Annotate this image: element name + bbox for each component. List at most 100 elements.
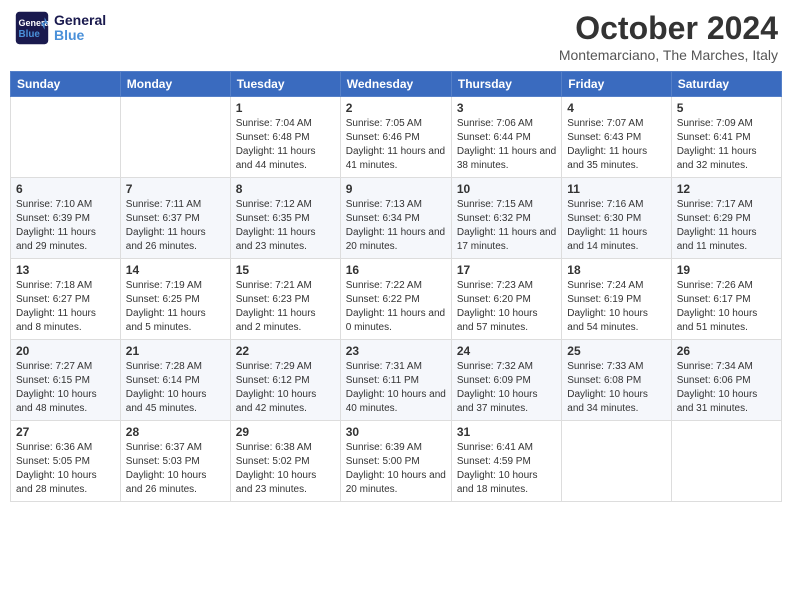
day-number: 17 [457, 263, 556, 277]
day-info: Sunrise: 6:39 AM Sunset: 5:00 PM Dayligh… [346, 441, 446, 497]
day-number: 25 [567, 344, 665, 358]
calendar-cell: 27Sunrise: 6:36 AM Sunset: 5:05 PM Dayli… [11, 421, 121, 502]
location-title: Montemarciano, The Marches, Italy [559, 47, 778, 63]
day-number: 12 [677, 182, 776, 196]
calendar-week-4: 20 Sunrise: 7:27 AM Sunset: 6:15 PM Dayli… [11, 340, 782, 421]
calendar-cell: 9 Sunrise: 7:13 AM Sunset: 6:34 PM Daylig… [340, 178, 451, 259]
day-header-thursday: Thursday [451, 72, 561, 97]
day-number: 13 [16, 263, 115, 277]
day-info: Sunrise: 7:21 AM Sunset: 6:23 PM Dayligh… [236, 279, 335, 335]
day-number: 19 [677, 263, 776, 277]
day-number: 2 [346, 101, 446, 115]
calendar-week-1: 1 Sunrise: 7:04 AM Sunset: 6:48 PM Daylig… [11, 97, 782, 178]
calendar-cell: 3 Sunrise: 7:06 AM Sunset: 6:44 PM Daylig… [451, 97, 561, 178]
day-number: 4 [567, 101, 665, 115]
day-info: Sunrise: 7:29 AM Sunset: 6:12 PM Dayligh… [236, 360, 335, 416]
calendar-header-row: SundayMondayTuesdayWednesdayThursdayFrid… [11, 72, 782, 97]
day-number: 24 [457, 344, 556, 358]
day-header-monday: Monday [120, 72, 230, 97]
calendar-cell: 28 Sunrise: 6:37 AM Sunset: 5:03 PM Dayli… [120, 421, 230, 502]
calendar-cell: 26 Sunrise: 7:34 AM Sunset: 6:06 PM Dayli… [671, 340, 781, 421]
svg-text:Blue: Blue [19, 29, 41, 40]
calendar-cell: 8 Sunrise: 7:12 AM Sunset: 6:35 PM Daylig… [230, 178, 340, 259]
page-header: General Blue General Blue October 2024 M… [10, 10, 782, 63]
day-number: 9 [346, 182, 446, 196]
day-header-saturday: Saturday [671, 72, 781, 97]
day-number: 5 [677, 101, 776, 115]
month-title: October 2024 [559, 10, 778, 47]
calendar-cell: 16Sunrise: 7:22 AM Sunset: 6:22 PM Dayli… [340, 259, 451, 340]
calendar-cell: 19Sunrise: 7:26 AM Sunset: 6:17 PM Dayli… [671, 259, 781, 340]
day-number: 18 [567, 263, 665, 277]
day-info: Sunrise: 7:19 AM Sunset: 6:25 PM Dayligh… [126, 279, 225, 335]
calendar-cell: 29Sunrise: 6:38 AM Sunset: 5:02 PM Dayli… [230, 421, 340, 502]
logo: General Blue General Blue [14, 10, 106, 46]
day-header-sunday: Sunday [11, 72, 121, 97]
day-info: Sunrise: 7:09 AM Sunset: 6:41 PM Dayligh… [677, 117, 776, 173]
day-info: Sunrise: 7:17 AM Sunset: 6:29 PM Dayligh… [677, 198, 776, 254]
day-header-tuesday: Tuesday [230, 72, 340, 97]
day-info: Sunrise: 7:31 AM Sunset: 6:11 PM Dayligh… [346, 360, 446, 416]
calendar-cell: 23 Sunrise: 7:31 AM Sunset: 6:11 PM Dayli… [340, 340, 451, 421]
day-info: Sunrise: 7:15 AM Sunset: 6:32 PM Dayligh… [457, 198, 556, 254]
day-header-wednesday: Wednesday [340, 72, 451, 97]
calendar-cell: 25 Sunrise: 7:33 AM Sunset: 6:08 PM Dayli… [562, 340, 671, 421]
day-info: Sunrise: 7:04 AM Sunset: 6:48 PM Dayligh… [236, 117, 335, 173]
day-number: 22 [236, 344, 335, 358]
calendar-cell: 15Sunrise: 7:21 AM Sunset: 6:23 PM Dayli… [230, 259, 340, 340]
day-number: 8 [236, 182, 335, 196]
title-block: October 2024 Montemarciano, The Marches,… [559, 10, 778, 63]
day-number: 1 [236, 101, 335, 115]
day-info: Sunrise: 7:12 AM Sunset: 6:35 PM Dayligh… [236, 198, 335, 254]
day-number: 21 [126, 344, 225, 358]
calendar-cell [562, 421, 671, 502]
calendar-cell: 18Sunrise: 7:24 AM Sunset: 6:19 PM Dayli… [562, 259, 671, 340]
calendar-week-2: 6Sunrise: 7:10 AM Sunset: 6:39 PM Daylig… [11, 178, 782, 259]
day-info: Sunrise: 7:27 AM Sunset: 6:15 PM Dayligh… [16, 360, 115, 416]
calendar-cell: 7 Sunrise: 7:11 AM Sunset: 6:37 PM Daylig… [120, 178, 230, 259]
day-info: Sunrise: 7:28 AM Sunset: 6:14 PM Dayligh… [126, 360, 225, 416]
day-number: 6 [16, 182, 115, 196]
calendar-cell: 21 Sunrise: 7:28 AM Sunset: 6:14 PM Dayli… [120, 340, 230, 421]
calendar-cell: 6Sunrise: 7:10 AM Sunset: 6:39 PM Daylig… [11, 178, 121, 259]
calendar-cell: 10 Sunrise: 7:15 AM Sunset: 6:32 PM Dayli… [451, 178, 561, 259]
day-number: 3 [457, 101, 556, 115]
calendar-week-3: 13Sunrise: 7:18 AM Sunset: 6:27 PM Dayli… [11, 259, 782, 340]
day-number: 20 [16, 344, 115, 358]
day-info: Sunrise: 7:23 AM Sunset: 6:20 PM Dayligh… [457, 279, 556, 335]
day-number: 28 [126, 425, 225, 439]
day-number: 10 [457, 182, 556, 196]
calendar-cell: 12 Sunrise: 7:17 AM Sunset: 6:29 PM Dayli… [671, 178, 781, 259]
day-info: Sunrise: 7:13 AM Sunset: 6:34 PM Dayligh… [346, 198, 446, 254]
calendar-cell: 4 Sunrise: 7:07 AM Sunset: 6:43 PM Daylig… [562, 97, 671, 178]
calendar-cell [671, 421, 781, 502]
day-info: Sunrise: 7:22 AM Sunset: 6:22 PM Dayligh… [346, 279, 446, 335]
day-number: 23 [346, 344, 446, 358]
day-number: 27 [16, 425, 115, 439]
day-number: 7 [126, 182, 225, 196]
calendar-cell: 5 Sunrise: 7:09 AM Sunset: 6:41 PM Daylig… [671, 97, 781, 178]
day-info: Sunrise: 7:07 AM Sunset: 6:43 PM Dayligh… [567, 117, 665, 173]
calendar-cell: 24Sunrise: 7:32 AM Sunset: 6:09 PM Dayli… [451, 340, 561, 421]
calendar-cell [11, 97, 121, 178]
calendar-cell: 31Sunrise: 6:41 AM Sunset: 4:59 PM Dayli… [451, 421, 561, 502]
day-number: 14 [126, 263, 225, 277]
calendar-cell: 2Sunrise: 7:05 AM Sunset: 6:46 PM Daylig… [340, 97, 451, 178]
calendar-cell: 11Sunrise: 7:16 AM Sunset: 6:30 PM Dayli… [562, 178, 671, 259]
calendar-week-5: 27Sunrise: 6:36 AM Sunset: 5:05 PM Dayli… [11, 421, 782, 502]
day-header-friday: Friday [562, 72, 671, 97]
day-info: Sunrise: 7:11 AM Sunset: 6:37 PM Dayligh… [126, 198, 225, 254]
day-info: Sunrise: 7:33 AM Sunset: 6:08 PM Dayligh… [567, 360, 665, 416]
calendar-cell: 13Sunrise: 7:18 AM Sunset: 6:27 PM Dayli… [11, 259, 121, 340]
calendar-cell: 14 Sunrise: 7:19 AM Sunset: 6:25 PM Dayli… [120, 259, 230, 340]
day-info: Sunrise: 7:16 AM Sunset: 6:30 PM Dayligh… [567, 198, 665, 254]
day-info: Sunrise: 7:06 AM Sunset: 6:44 PM Dayligh… [457, 117, 556, 173]
calendar-cell: 20 Sunrise: 7:27 AM Sunset: 6:15 PM Dayli… [11, 340, 121, 421]
day-info: Sunrise: 6:37 AM Sunset: 5:03 PM Dayligh… [126, 441, 225, 497]
calendar-cell: 17 Sunrise: 7:23 AM Sunset: 6:20 PM Dayli… [451, 259, 561, 340]
day-info: Sunrise: 7:34 AM Sunset: 6:06 PM Dayligh… [677, 360, 776, 416]
day-info: Sunrise: 6:41 AM Sunset: 4:59 PM Dayligh… [457, 441, 556, 497]
day-number: 26 [677, 344, 776, 358]
logo-text-general: General [54, 13, 106, 28]
logo-text-blue: Blue [54, 28, 106, 43]
